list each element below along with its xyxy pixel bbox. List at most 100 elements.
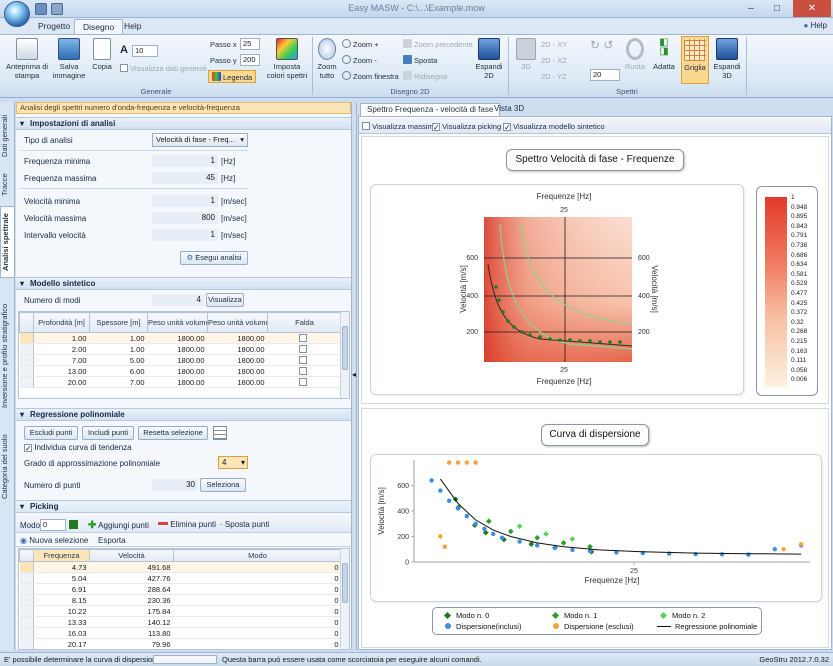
table-row[interactable]: 20.00 7.00 1800.00 1800.00 — [19, 376, 342, 388]
water-table-checkbox[interactable] — [299, 333, 307, 342]
model-table-scrollbar[interactable] — [340, 312, 349, 398]
quick-access-dropdown-icon[interactable] — [51, 3, 63, 15]
cell[interactable]: 0 — [173, 638, 342, 649]
zoom-window-button[interactable]: Zoom finestra — [342, 70, 399, 83]
vtab-categoria-suolo[interactable]: Categoria del suolo — [0, 425, 15, 509]
col-header[interactable]: Modo — [173, 549, 342, 562]
tab-progetto[interactable]: Progetto — [30, 19, 78, 34]
cell[interactable]: 1800.00 — [147, 365, 208, 377]
show-picking-checkbox[interactable]: Visualizza picking — [432, 122, 501, 131]
select-button[interactable]: Seleziona — [200, 478, 246, 492]
cell[interactable]: 7.00 — [33, 354, 90, 366]
cell[interactable]: 0 — [173, 605, 342, 617]
cell[interactable]: 1.00 — [89, 332, 148, 344]
move-points-button[interactable]: · Sposta punti — [220, 520, 269, 529]
mode-select[interactable]: 0 — [40, 519, 66, 531]
tab-vista-3d[interactable]: Vista 3D — [488, 103, 530, 116]
table-row[interactable]: 6.91 288.64 0 — [19, 583, 342, 595]
cell[interactable]: 1.00 — [33, 332, 90, 344]
exclude-points-button[interactable]: Escludi punti — [24, 426, 78, 440]
export-button[interactable]: Esporta — [98, 536, 126, 545]
section-regressione[interactable]: Regressione polinomiale — [16, 408, 351, 421]
cell[interactable]: 5.00 — [89, 354, 148, 366]
step-x-input[interactable]: 25 — [240, 38, 260, 50]
section-impostazioni[interactable]: Impostazioni di analisi — [16, 117, 351, 130]
legend-toggle[interactable]: Legenda — [208, 70, 257, 83]
cell[interactable]: 20.17 — [33, 638, 90, 649]
cell[interactable]: 4.73 — [33, 561, 90, 573]
cell[interactable]: 427.76 — [89, 572, 174, 584]
help-link[interactable]: ● Help — [803, 21, 827, 30]
panel-splitter[interactable]: ◂ — [351, 102, 357, 650]
table-row[interactable]: 16.03 113.80 0 — [19, 627, 342, 639]
cell[interactable]: 1800.00 — [207, 343, 268, 355]
table-row[interactable]: 1.00 1.00 1800.00 1800.00 — [19, 332, 342, 344]
tab-help[interactable]: Help — [116, 19, 149, 34]
zoom-out-button[interactable]: Zoom - — [342, 54, 377, 67]
points-count-input[interactable]: 30 — [152, 479, 198, 491]
show-max-checkbox[interactable]: Visualizza massimi — [362, 122, 435, 131]
picking-table-scrollbar[interactable] — [340, 549, 349, 649]
cell[interactable]: 8.15 — [33, 594, 90, 606]
print-preview-button[interactable]: Anteprima di stampa — [4, 38, 50, 80]
spectrum-plot[interactable]: Frequenze [Hz] 25 600 400 200 600 400 20… — [370, 184, 744, 395]
col-header[interactable]: Spessore [m] — [89, 312, 148, 333]
visualize-button[interactable]: Visualizza — [206, 293, 244, 307]
save-icon[interactable] — [35, 3, 47, 15]
step-y-input[interactable]: 200 — [240, 54, 260, 66]
vtab-tracce[interactable]: Tracce — [0, 170, 15, 200]
cell[interactable]: 1800.00 — [147, 343, 208, 355]
table-row[interactable]: 20.17 79.96 0 — [19, 638, 342, 649]
view-xz-button[interactable]: 2D - XZ — [541, 54, 567, 67]
cell[interactable]: 0 — [173, 583, 342, 595]
table-row[interactable]: 13.33 140.12 0 — [19, 616, 342, 628]
cell[interactable]: 288.64 — [89, 583, 174, 595]
vtab-dati-generali[interactable]: Dati generali — [0, 108, 15, 164]
vel-max-input[interactable]: 800 — [152, 212, 218, 224]
table-row[interactable]: 13.00 6.00 1800.00 1800.00 — [19, 365, 342, 377]
cell[interactable]: 140.12 — [89, 616, 174, 628]
col-header[interactable]: Peso unità volume sat [Kg/mc] — [207, 312, 268, 333]
app-menu-button[interactable] — [4, 1, 30, 27]
cell[interactable]: 2.00 — [33, 343, 90, 355]
expand-2d-button[interactable]: Espandi 2D — [474, 38, 504, 80]
cell[interactable]: 20.00 — [33, 376, 90, 388]
table-row[interactable]: 10.22 175.84 0 — [19, 605, 342, 617]
font-size-select[interactable]: 10 — [132, 45, 158, 57]
cell[interactable]: 16.03 — [33, 627, 90, 639]
new-selection-button[interactable]: ◉ Nuova selezione — [20, 536, 88, 545]
freq-min-input[interactable]: 1 — [152, 155, 218, 167]
view-xy-button[interactable]: 2D - XY — [541, 38, 567, 51]
water-table-checkbox[interactable] — [299, 377, 307, 386]
table-row[interactable]: 4.73 491.68 0 — [19, 561, 342, 573]
section-modello[interactable]: Modello sintetico — [16, 277, 351, 290]
save-image-button[interactable]: Salva immagine — [52, 38, 86, 80]
cell[interactable]: 1800.00 — [147, 376, 208, 388]
fit-button[interactable]: ◧ ◨ Adatta — [651, 38, 677, 72]
vtab-inversione[interactable]: Inversione e profilo stratigrafico — [0, 300, 15, 412]
cell[interactable]: 0 — [173, 594, 342, 606]
poly-degree-select[interactable]: 4 ▾ — [218, 456, 248, 469]
grid-toggle-button[interactable]: Griglia — [681, 36, 709, 84]
vtab-analisi-spettrale[interactable]: Analisi spettrale — [0, 206, 15, 278]
cell[interactable]: 0 — [173, 572, 342, 584]
spectrum-colors-button[interactable]: Imposta colori spettri — [265, 38, 309, 80]
cell[interactable]: 0 — [173, 616, 342, 628]
zoom-in-button[interactable]: Zoom + — [342, 38, 379, 51]
cell[interactable]: 10.22 — [33, 605, 90, 617]
cell[interactable]: 1800.00 — [147, 354, 208, 366]
col-header[interactable]: Falda — [267, 312, 342, 333]
cell[interactable]: 491.68 — [89, 561, 174, 573]
section-picking[interactable]: Picking — [16, 500, 351, 513]
show-synthetic-checkbox[interactable]: Visualizza modello sintetico — [503, 122, 605, 131]
cell[interactable]: 1800.00 — [207, 354, 268, 366]
water-table-checkbox[interactable] — [299, 355, 307, 364]
cell[interactable]: 13.33 — [33, 616, 90, 628]
col-header[interactable]: Peso unità volume [Kg/mc] — [147, 312, 208, 333]
trend-curve-checkbox[interactable]: Individua curva di tendenza — [24, 443, 132, 452]
view-yz-button[interactable]: 2D - YZ — [541, 70, 567, 83]
cell[interactable]: 1800.00 — [207, 332, 268, 344]
add-points-button[interactable]: ✚ Aggiungi punti — [88, 520, 149, 531]
analysis-type-select[interactable]: Velocità di fase - Freq... ▾ — [152, 133, 248, 147]
tab-spettro[interactable]: Spettro Frequenza - velocità di fase — [360, 103, 501, 116]
